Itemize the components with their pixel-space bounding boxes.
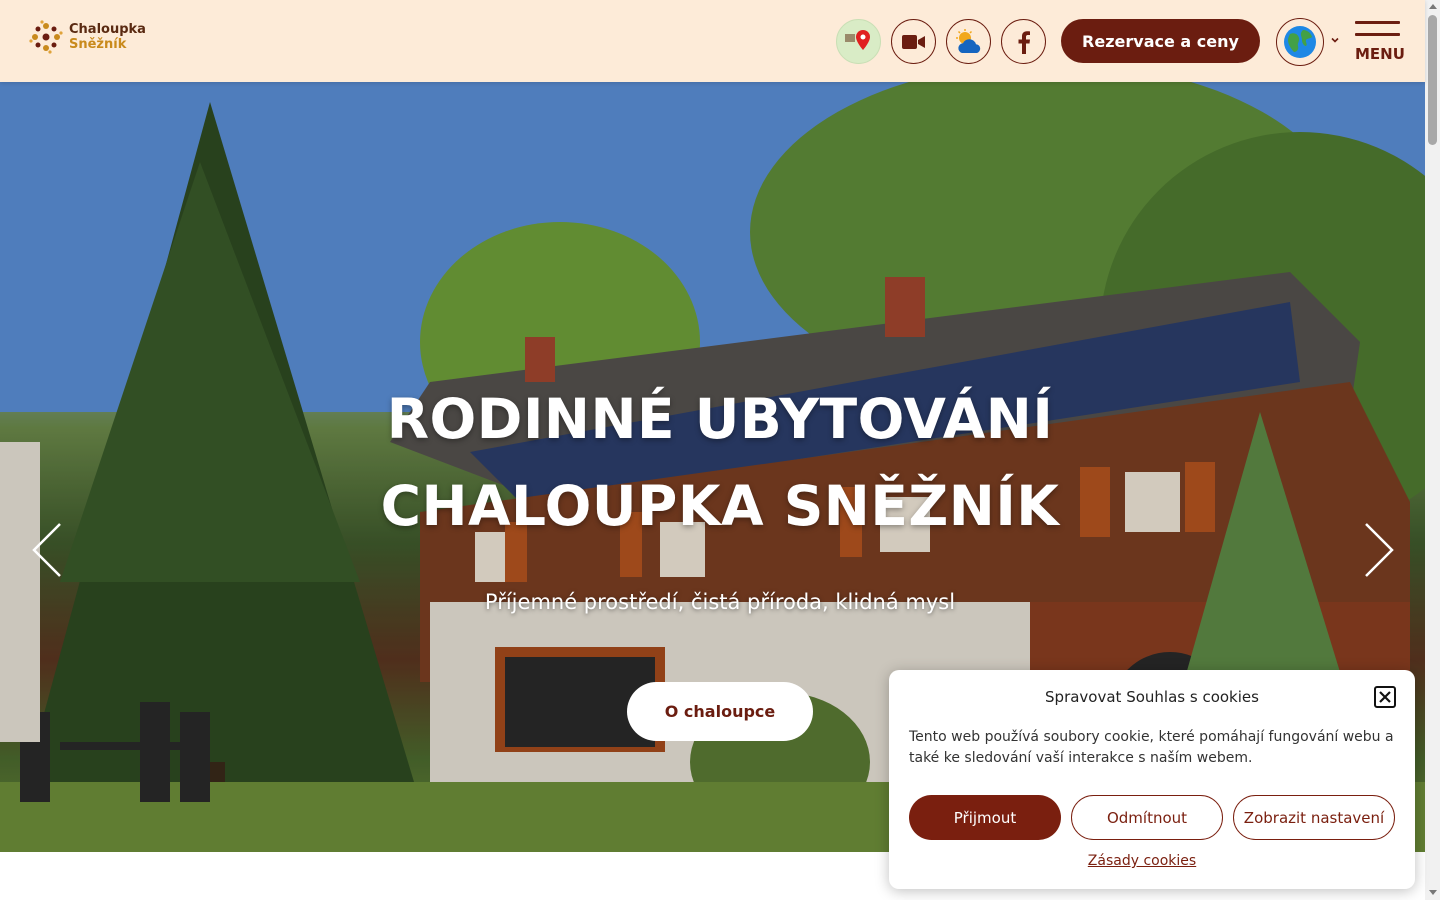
slider-prev-icon[interactable] [28, 522, 68, 578]
scroll-down-arrow-icon[interactable] [1429, 890, 1437, 895]
hamburger-bar [1355, 33, 1400, 36]
video-camera-icon [901, 34, 925, 49]
cookie-accept-button[interactable]: Přijmout [909, 795, 1061, 840]
cookie-deny-button[interactable]: Odmítnout [1071, 795, 1223, 840]
logo-line2: Sněžník [69, 37, 127, 52]
scrollbar-thumb[interactable] [1428, 15, 1437, 145]
site-header: Chaloupka Sněžník Rezervace a ceny MENU [0, 0, 1425, 82]
close-icon [1379, 691, 1391, 703]
cookie-title: Spravovat Souhlas s cookies [1045, 688, 1259, 706]
hamburger-bar [1355, 21, 1400, 24]
logo-text: Chaloupka Sněžník [69, 22, 146, 52]
weather-icon [955, 28, 980, 53]
flower-logo-icon [29, 20, 63, 54]
map-pin-icon [844, 29, 870, 50]
cookie-policy-link[interactable]: Zásady cookies [889, 853, 1395, 869]
reservation-button[interactable]: Rezervace a ceny [1061, 19, 1260, 63]
menu-label: MENU [1355, 45, 1405, 63]
scroll-up-arrow-icon[interactable] [1429, 4, 1437, 9]
facebook-button[interactable] [1001, 19, 1046, 64]
hero-title-line1: RODINNÉ UBYTOVÁNÍ [386, 387, 1054, 451]
site-logo[interactable]: Chaloupka Sněžník [27, 18, 146, 56]
hero-title-line2: CHALOUPKA SNĚŽNÍK [380, 474, 1060, 538]
menu-button[interactable]: MENU [1353, 21, 1405, 65]
weather-button[interactable] [946, 19, 991, 64]
globe-icon [1284, 26, 1316, 58]
logo-line1: Chaloupka [69, 22, 146, 37]
cookie-close-button[interactable] [1374, 686, 1396, 708]
page-scrollbar[interactable] [1425, 0, 1440, 900]
map-button[interactable] [836, 19, 881, 64]
cookie-settings-button[interactable]: Zobrazit nastavení [1233, 795, 1395, 840]
cookie-consent-dialog: Spravovat Souhlas s cookies Tento web po… [889, 670, 1415, 889]
about-cottage-button[interactable]: O chaloupce [627, 682, 813, 741]
chevron-down-icon[interactable] [1329, 34, 1341, 46]
cookie-description: Tento web používá soubory cookie, které … [909, 729, 1394, 766]
slider-next-icon[interactable] [1358, 522, 1398, 578]
video-button[interactable] [891, 19, 936, 64]
hero-subtitle: Příjemné prostředí, čistá příroda, klidn… [484, 590, 956, 614]
facebook-icon [1018, 30, 1030, 54]
language-selector[interactable] [1276, 18, 1324, 66]
